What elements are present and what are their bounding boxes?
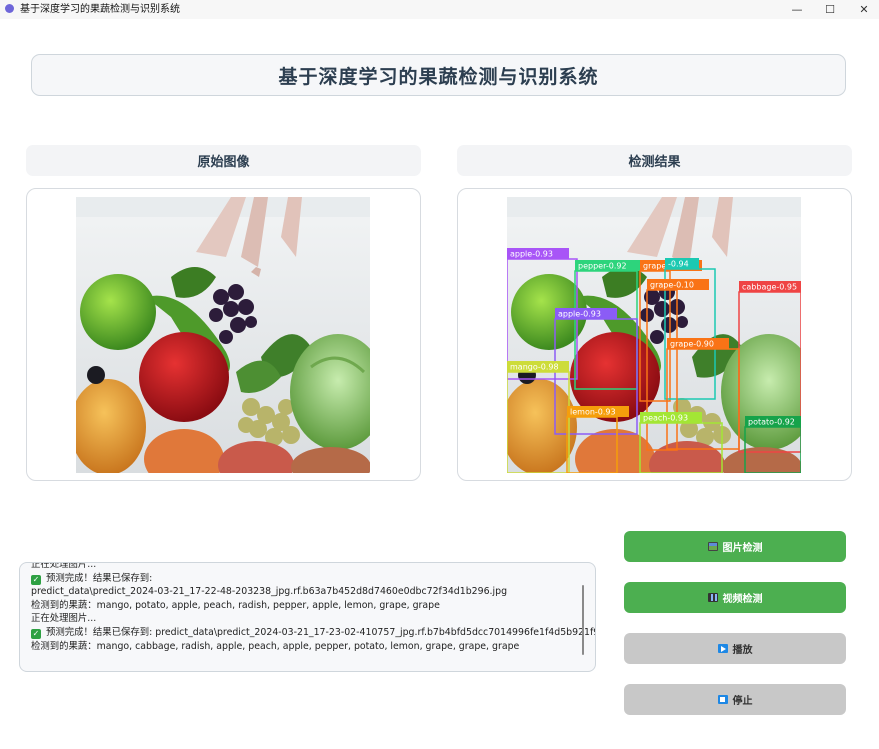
stop-icon [717, 695, 728, 704]
original-image-label: 原始图像 [26, 145, 421, 176]
window-title: 基于深度学习的果蔬检测与识别系统 [20, 4, 180, 15]
play-icon [717, 644, 728, 653]
picture-icon [707, 542, 718, 551]
produce-photo [76, 197, 370, 473]
log-line: 检测到的果蔬：mango, cabbage, radish, apple, pe… [31, 640, 520, 652]
detection-label: mango-0.98 [510, 363, 559, 372]
detection-label: apple-0.93 [510, 250, 553, 259]
play-label: 播放 [732, 645, 753, 656]
detection-photo: apple-0.93pepper-0.92 grape-0.91-0.94grap… [507, 197, 801, 473]
image-detect-label: 图片检测 [722, 543, 763, 554]
minimize-icon[interactable]: — [789, 2, 805, 17]
page-title: 基于深度学习的果蔬检测与识别系统 [278, 65, 599, 88]
log-line: 正在处理图片... [31, 562, 97, 570]
play-button[interactable]: 播放 [624, 633, 846, 664]
stop-button[interactable]: 停止 [624, 684, 846, 715]
log-line: predict_data\predict_2024-03-21_17-22-48… [31, 586, 508, 598]
detection-label: -0.94 [668, 260, 689, 269]
log-line: ✓ 预测完成！结果已保存到: [31, 572, 153, 585]
log-lines: 正在处理图片... ✓ 预测完成！结果已保存到: predict_data\predi… [31, 562, 596, 653]
detection-label: pepper-0.92 [578, 262, 627, 271]
detection-label: lemon-0.93 [570, 408, 616, 417]
log-console: 正在处理图片... ✓ 预测完成！结果已保存到: predict_data\predi… [19, 562, 596, 672]
window-titlebar: 基于深度学习的果蔬检测与识别系统 — ☐ ✕ [0, 0, 879, 19]
detection-label: grape-0.10 [650, 281, 694, 290]
film-icon [707, 593, 718, 602]
check-icon: ✓ [31, 574, 41, 585]
log-scrollbar[interactable] [582, 585, 584, 655]
log-line: 检测到的果蔬：mango, potato, apple, peach, radi… [31, 599, 440, 611]
stop-label: 停止 [732, 696, 753, 707]
log-line: 正在处理图片... [31, 613, 97, 625]
detection-label: cabbage-0.95 [742, 283, 797, 292]
original-image [76, 197, 370, 473]
video-detect-button[interactable]: 视频检测 [624, 582, 846, 613]
image-detect-button[interactable]: 图片检测 [624, 531, 846, 562]
app-icon [5, 4, 14, 13]
maximize-icon[interactable]: ☐ [822, 2, 838, 17]
detection-label: potato-0.92 [748, 418, 795, 427]
detection-label: apple-0.93 [558, 310, 601, 319]
close-icon[interactable]: ✕ [856, 2, 872, 17]
app-header: 基于深度学习的果蔬检测与识别系统 [31, 54, 846, 96]
log-line: ✓ 预测完成！结果已保存到: predict_data\predict_2024-… [31, 626, 596, 639]
detection-label: grape-0.90 [670, 340, 714, 349]
video-detect-label: 视频检测 [722, 594, 763, 605]
check-icon: ✓ [31, 628, 41, 639]
detection-label: peach-0.93 [643, 414, 688, 423]
result-image: apple-0.93 pepper-0.92 grape-0.91 -0.94 grap… [507, 197, 801, 473]
detection-result-label: 检测结果 [457, 145, 852, 176]
